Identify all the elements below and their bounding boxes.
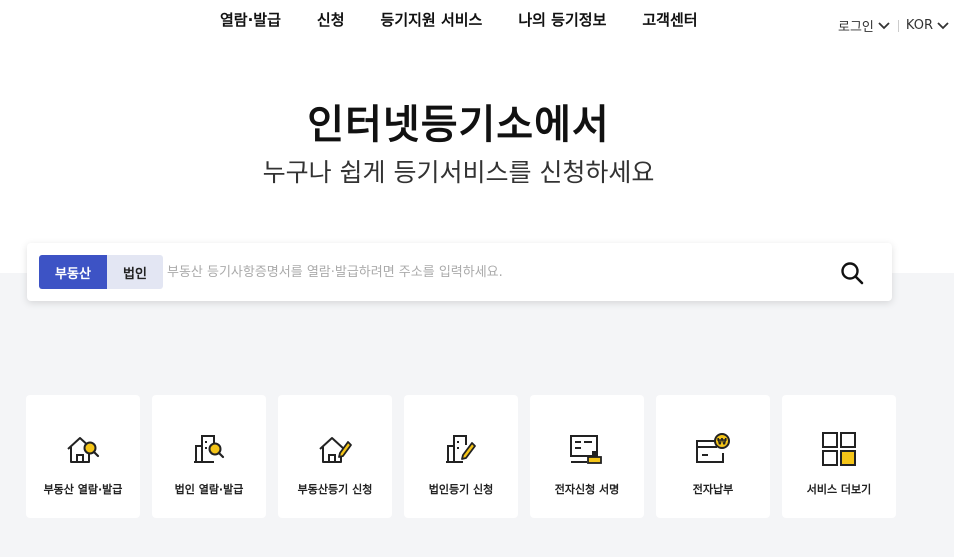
service-real-estate-apply[interactable]: 부동산등기 신청 (278, 395, 392, 518)
search-tabs: 부동산 법인 (39, 255, 163, 289)
top-header: 열람·발급 신청 등기지원 서비스 나의 등기정보 고객센터 로그인 KOR (0, 0, 954, 44)
search-icon[interactable] (839, 260, 865, 286)
service-label: 부동산등기 신청 (297, 483, 373, 496)
building-edit-icon (446, 435, 476, 463)
service-label: 전자납부 (692, 483, 734, 496)
service-e-payment[interactable]: ₩ 전자납부 (656, 395, 770, 518)
house-search-icon (67, 437, 100, 463)
service-label: 전자신청 서명 (554, 483, 620, 496)
main-nav: 열람·발급 신청 등기지원 서비스 나의 등기정보 고객센터 (220, 9, 698, 30)
login-button[interactable]: 로그인 (838, 16, 891, 35)
service-label: 법인 열람·발급 (174, 483, 244, 496)
svg-text:₩: ₩ (717, 438, 727, 448)
login-label: 로그인 (838, 20, 874, 35)
chevron-down-icon (937, 21, 949, 29)
hero-title: 인터넷등기소에서 (307, 102, 610, 148)
language-label: KOR (905, 18, 933, 33)
language-selector[interactable]: KOR (906, 18, 950, 33)
hero-subtitle: 누구나 쉽게 등기서비스를 신청하세요 (262, 158, 655, 187)
house-edit-icon (319, 437, 352, 463)
won-payment-icon: ₩ (696, 433, 730, 463)
tab-real-estate[interactable]: 부동산 (39, 255, 107, 289)
service-e-sign[interactable]: 전자신청 서명 (530, 395, 644, 518)
chevron-down-icon (878, 21, 890, 29)
nav-item-apply[interactable]: 신청 (317, 9, 345, 30)
building-search-icon (194, 435, 225, 463)
search-input[interactable] (167, 255, 827, 289)
nav-item-view-issue[interactable]: 열람·발급 (220, 9, 281, 30)
util-divider (897, 19, 899, 32)
quick-services: 부동산 열람·발급 법인 열람·발급 부동산등기 신청 법인등기 신청 전자신청… (26, 395, 896, 518)
nav-item-my-info[interactable]: 나의 등기정보 (518, 9, 606, 30)
nav-item-customer-center[interactable]: 고객센터 (642, 9, 697, 30)
nav-item-support-services[interactable]: 등기지원 서비스 (381, 9, 483, 30)
service-label: 법인등기 신청 (428, 483, 494, 496)
stamp-sign-icon (570, 435, 602, 464)
service-label: 부동산 열람·발급 (43, 483, 123, 496)
grid-more-icon (822, 432, 856, 466)
service-label: 서비스 더보기 (806, 483, 872, 496)
service-real-estate-view[interactable]: 부동산 열람·발급 (26, 395, 140, 518)
tab-corporation[interactable]: 법인 (107, 255, 163, 289)
search-box: 부동산 법인 (27, 243, 892, 301)
service-corporation-apply[interactable]: 법인등기 신청 (404, 395, 518, 518)
service-corporation-view[interactable]: 법인 열람·발급 (152, 395, 266, 518)
service-more[interactable]: 서비스 더보기 (782, 395, 896, 518)
util-menu: 로그인 KOR (838, 16, 950, 35)
